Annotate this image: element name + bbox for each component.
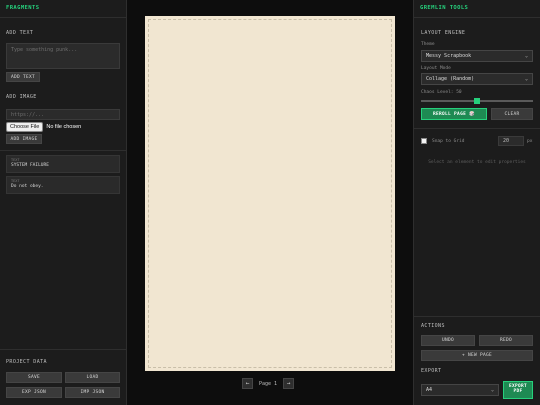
file-picker: Choose File No file chosen	[6, 122, 81, 132]
chevron-down-icon: ⌄	[490, 387, 494, 393]
import-json-button[interactable]: IMP JSON	[65, 387, 120, 398]
fragment-item[interactable]: TEXT Do not obey.	[6, 176, 120, 194]
layout-engine-section-title: LAYOUT ENGINE	[421, 30, 466, 36]
add-image-section-title: ADD IMAGE	[6, 94, 37, 100]
project-data-section-title: PROJECT DATA	[6, 359, 47, 365]
project-divider	[0, 349, 127, 350]
chaos-slider[interactable]	[421, 98, 533, 104]
layout-mode-select-value: Collage (Random)	[426, 76, 475, 82]
chaos-slider-thumb[interactable]	[474, 98, 480, 104]
grid-unit-label: px	[527, 139, 533, 144]
add-image-button[interactable]: ADD IMAGE	[6, 134, 42, 144]
prev-page-button[interactable]: ←	[242, 378, 253, 389]
clear-button[interactable]: CLEAR	[491, 108, 533, 120]
reroll-page-button[interactable]: REROLL PAGE 🎲	[421, 108, 487, 120]
fragment-tag: TEXT	[11, 158, 20, 162]
layout-mode-label: Layout Mode	[421, 66, 451, 71]
undo-button[interactable]: UNDO	[421, 335, 475, 346]
text-input[interactable]: Type something punk...	[6, 43, 120, 69]
fragments-divider	[0, 150, 127, 151]
export-section-title: EXPORT	[421, 368, 442, 374]
add-text-button[interactable]: ADD TEXT	[6, 72, 40, 82]
grid-divider	[413, 128, 540, 129]
theme-select-value: Messy Scrapbook	[426, 53, 472, 59]
export-pdf-button[interactable]: EXPORT PDF	[503, 381, 533, 399]
file-status: No file chosen	[46, 124, 82, 130]
image-url-input[interactable]: https://...	[6, 109, 120, 120]
fragment-item[interactable]: TEXT SYSTEM FAILURE	[6, 155, 120, 173]
choose-file-button[interactable]: Choose File	[6, 122, 44, 132]
new-page-button[interactable]: + NEW PAGE	[421, 350, 533, 361]
paper-size-select[interactable]: A4 ⌄	[421, 384, 499, 396]
layout-mode-select[interactable]: Collage (Random) ⌄	[421, 73, 533, 85]
snap-to-grid-label: Snap to Grid	[432, 139, 465, 144]
theme-label: Theme	[421, 42, 435, 47]
fragment-text: Do not obey.	[11, 184, 44, 189]
fragment-tag: TEXT	[11, 179, 20, 183]
fragments-panel-title: FRAGMENTS	[0, 0, 126, 18]
actions-section-title: ACTIONS	[421, 323, 445, 329]
paper-size-select-value: A4	[426, 387, 433, 393]
save-button[interactable]: SAVE	[6, 372, 62, 383]
actions-divider	[413, 316, 540, 317]
properties-hint: Select an element to edit properties	[428, 160, 526, 165]
export-json-button[interactable]: EXP JSON	[6, 387, 62, 398]
add-text-section-title: ADD TEXT	[6, 30, 34, 36]
next-page-button[interactable]: →	[283, 378, 295, 389]
chaos-level-label: Chaos Level: 50	[421, 90, 462, 95]
chevron-down-icon: ⌄	[524, 53, 528, 59]
chevron-down-icon: ⌄	[524, 76, 528, 82]
redo-button[interactable]: REDO	[479, 335, 533, 346]
page-canvas[interactable]	[145, 16, 395, 371]
grid-size-input[interactable]: 20	[498, 136, 524, 146]
snap-to-grid-checkbox[interactable]	[421, 138, 427, 144]
theme-select[interactable]: Messy Scrapbook ⌄	[421, 50, 533, 62]
load-button[interactable]: LOAD	[65, 372, 120, 383]
gremlin-tools-title: GREMLIN TOOLS	[414, 0, 540, 18]
page-navigation: ← Page 1 →	[242, 378, 295, 389]
fragment-text: SYSTEM FAILURE	[11, 163, 49, 168]
page-label: Page 1	[259, 380, 278, 387]
app-root: FRAGMENTS ADD TEXT Type something punk..…	[0, 0, 540, 405]
page-safe-area	[148, 19, 392, 368]
